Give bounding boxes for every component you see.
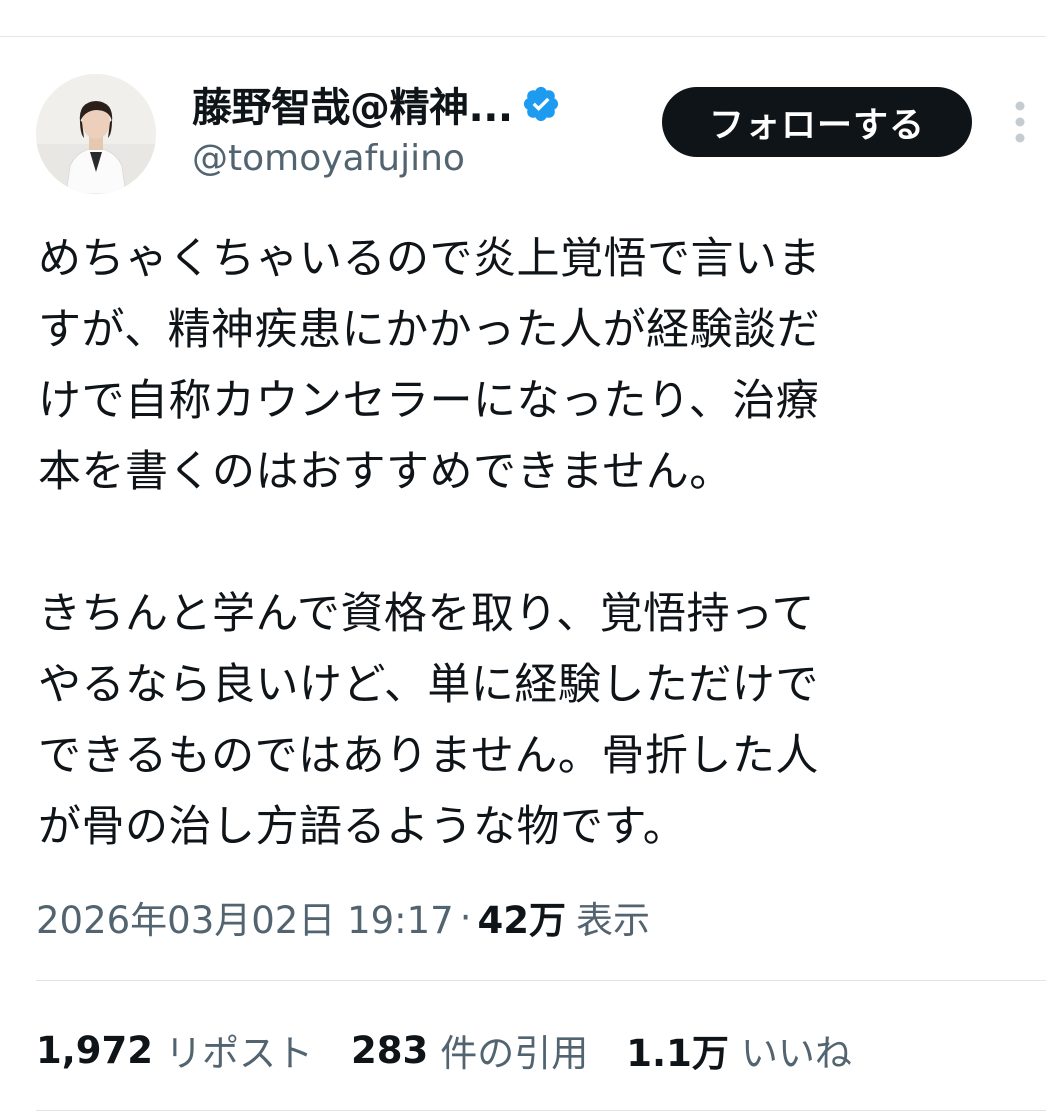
follow-button[interactable]: フォローする: [662, 87, 972, 157]
tweet-text: めちゃくちゃいるので炎上覚悟で言いま すが、精神疾患にかかった人が経験談だ けで…: [38, 224, 1018, 863]
tweet-line: すが、精神疾患にかかった人が経験談だ: [38, 305, 821, 355]
tweet-line: が骨の治し方語るような物です。: [38, 802, 687, 852]
engagement-stats: 1,972 リポスト 283 件の引用 1.1万 いいね: [36, 1022, 890, 1078]
avatar-photo-icon: [36, 74, 156, 194]
author-handle[interactable]: @tomoyafujino: [192, 138, 465, 179]
tweet-line: きちんと学んで資格を取り、覚悟持って: [38, 589, 815, 639]
divider: [36, 980, 1046, 981]
likes-count: 1.1万: [626, 1032, 729, 1075]
tweet-line: やるなら良いけど、単に経験しただけで: [38, 660, 819, 710]
tweet-line: けで自称カウンセラーになったり、治療: [38, 376, 820, 426]
quotes-label: 件の引用: [440, 1032, 589, 1075]
top-divider: [0, 36, 1046, 37]
meta-separator: ·: [459, 895, 472, 939]
reposts-label: リポスト: [165, 1032, 314, 1075]
author-name-row[interactable]: 藤野智哉@精神...: [192, 75, 561, 133]
tweet-timestamp[interactable]: 2026年03月02日 19:17: [36, 890, 454, 944]
quotes-count: 283: [351, 1028, 429, 1072]
verified-badge-icon[interactable]: [521, 84, 561, 124]
views-label: 表示: [575, 899, 650, 942]
reposts-stat[interactable]: 1,972 リポスト: [36, 1023, 313, 1077]
more-options-icon[interactable]: [1006, 100, 1034, 144]
likes-stat[interactable]: 1.1万 いいね: [626, 1023, 852, 1077]
avatar[interactable]: [36, 74, 156, 194]
tweet-line: めちゃくちゃいるので炎上覚悟で言いま: [38, 234, 821, 284]
tweet-line: できるものではありません。骨折した人: [38, 731, 819, 781]
likes-label: いいね: [740, 1032, 852, 1075]
quotes-stat[interactable]: 283 件の引用: [351, 1023, 588, 1077]
reposts-count: 1,972: [36, 1028, 154, 1072]
tweet-meta: 2026年03月02日 19:17 · 42万 表示: [36, 889, 650, 945]
views-count: 42万: [477, 899, 566, 942]
tweet-line: 本を書くのはおすすめできません。: [38, 447, 733, 497]
author-display-name[interactable]: 藤野智哉@精神...: [192, 75, 513, 133]
divider: [36, 1110, 1046, 1111]
